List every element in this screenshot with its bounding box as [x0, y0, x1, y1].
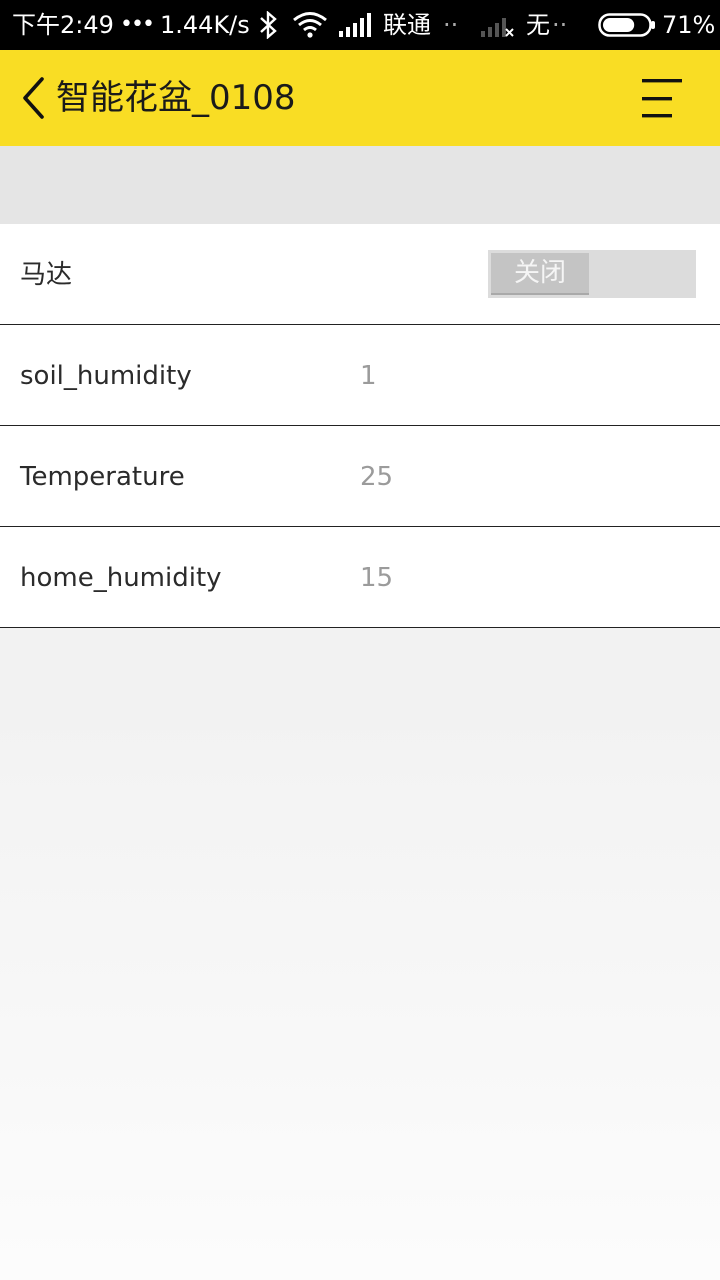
status-bar: 下午2:49 ••• 1.44K/s 联通 ·· 无 ·· 71%: [0, 0, 720, 50]
battery-icon: [598, 0, 656, 50]
network-speed: 1.44K/s: [160, 11, 250, 39]
header-spacer: [0, 146, 720, 224]
carrier-name: 联通: [383, 11, 431, 39]
app-bar: 智能花盆_0108: [0, 50, 720, 146]
back-button[interactable]: [18, 76, 54, 120]
row-label: Temperature: [20, 462, 185, 492]
bluetooth-icon: [258, 0, 280, 50]
row-label: soil_humidity: [20, 361, 192, 391]
row-value: 25: [360, 462, 394, 492]
carrier-name-2: 无: [526, 11, 550, 39]
row-value: 15: [360, 563, 394, 593]
row-label: home_humidity: [20, 563, 222, 593]
list-item-soil-humidity: soil_humidity 1: [0, 325, 720, 426]
signal-icon: [338, 0, 372, 50]
list-item-motor: 马达 关闭: [0, 224, 720, 325]
status-dots: •••: [120, 12, 155, 37]
page-title: 智能花盆_0108: [56, 78, 296, 118]
row-label: 马达: [20, 260, 73, 290]
status-dots-3: ··: [552, 11, 568, 39]
signal-no-service-icon: [480, 0, 516, 50]
motor-toggle[interactable]: 关闭: [488, 250, 696, 298]
menu-icon: [636, 76, 684, 124]
toggle-knob-label: 关闭: [491, 253, 589, 295]
status-dots-2: ··: [443, 11, 459, 39]
menu-button[interactable]: [636, 76, 684, 120]
wifi-icon: [292, 0, 328, 50]
row-value: 1: [360, 361, 377, 391]
list-item-home-humidity: home_humidity 15: [0, 527, 720, 628]
status-time: 下午2:49: [12, 11, 114, 39]
list-item-temperature: Temperature 25: [0, 426, 720, 527]
battery-percent: 71%: [662, 11, 716, 39]
device-property-list: 马达 关闭 soil_humidity 1 Temperature 25 hom…: [0, 224, 720, 628]
back-chevron-icon: [18, 76, 48, 120]
